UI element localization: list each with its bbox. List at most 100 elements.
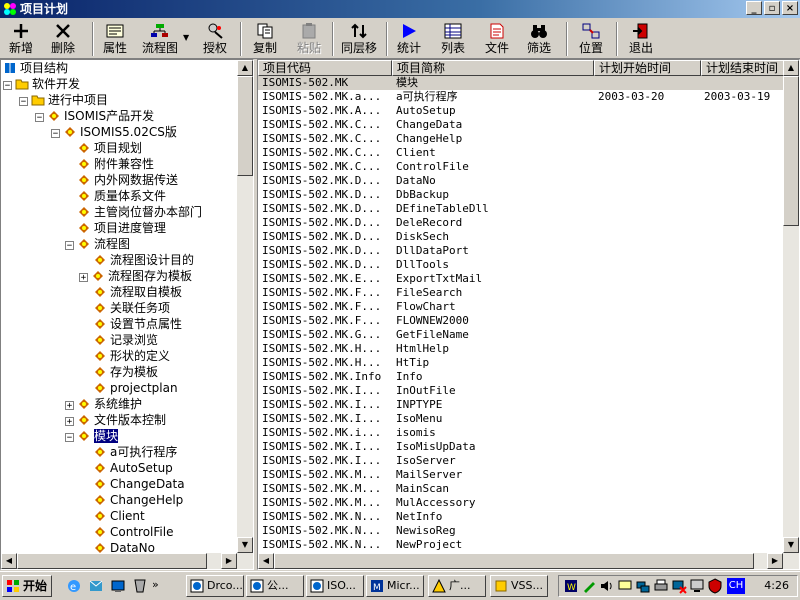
tree-item[interactable]: 记录浏览 (93, 332, 158, 348)
same-level-move-button[interactable]: 同层移 (338, 21, 380, 57)
table-row[interactable]: ISOMIS-502.MK.F... FLOWNEW2000 (258, 314, 784, 328)
tray-monitor-icon[interactable] (689, 578, 705, 594)
table-row[interactable]: ISOMIS-502.MK.A... AutoSetup (258, 104, 784, 118)
table-row[interactable]: ISOMIS-502.MK.D... DiskSech (258, 230, 784, 244)
clock[interactable]: 4:26 (764, 579, 789, 592)
list-horizontal-scrollbar[interactable]: ◀ ▶ (258, 553, 799, 569)
properties-button[interactable]: 属性 (98, 21, 132, 57)
tray-printer-icon[interactable] (653, 578, 669, 594)
table-row[interactable]: ISOMIS-502.MK.I... IsoServer (258, 454, 784, 468)
tree-item[interactable]: 存为模板 (93, 364, 158, 380)
tree-vertical-scrollbar[interactable]: ▲ ▼ (237, 60, 253, 553)
tree-item-software-dev[interactable]: − 软件开发 (3, 76, 80, 92)
list-panel[interactable]: 项目代码 项目简称 计划开始时间 计划结束时间 ISOMIS-502.MK 模块 I… (257, 59, 800, 570)
taskbar-task[interactable]: Drco... (186, 575, 244, 597)
delete-button[interactable]: 删除 (46, 21, 80, 57)
table-row[interactable]: ISOMIS-502.MK.i... isomis (258, 426, 784, 440)
tree-item[interactable]: + 文件版本控制 (65, 412, 166, 428)
ime-indicator[interactable]: CH (727, 578, 745, 594)
tree-item[interactable]: 形状的定义 (93, 348, 170, 364)
scroll-down-icon[interactable]: ▼ (783, 537, 799, 553)
collapse-icon[interactable]: − (35, 113, 44, 123)
tree-panel[interactable]: 项目结构 − 软件开发 − 进行中项目 − ISOMIS产品开发 − ISOMIS5.0… (0, 59, 254, 570)
collapse-icon[interactable]: − (19, 97, 28, 107)
collapse-icon[interactable]: − (51, 129, 60, 139)
close-button[interactable]: × (782, 1, 798, 15)
taskbar-task[interactable]: ISO... (306, 575, 364, 597)
tree-item-isomis-product[interactable]: − ISOMIS产品开发 (35, 108, 154, 124)
copy-button[interactable]: 复制 (248, 21, 282, 57)
table-row[interactable]: ISOMIS-502.MK.C... ControlFile (258, 160, 784, 174)
scroll-left-icon[interactable]: ◀ (258, 553, 274, 569)
table-row[interactable]: ISOMIS-502.MK.N... NetInfo (258, 510, 784, 524)
table-row[interactable]: ISOMIS-502.MK.E... ExportTxtMail (258, 272, 784, 286)
scroll-up-icon[interactable]: ▲ (237, 60, 253, 76)
paste-button[interactable]: 粘贴 (292, 21, 326, 57)
table-row[interactable]: ISOMIS-502.MK.D... DataNo (258, 174, 784, 188)
scroll-thumb[interactable] (783, 76, 799, 226)
scroll-down-icon[interactable]: ▼ (237, 537, 253, 553)
collapse-icon[interactable]: − (3, 81, 12, 91)
table-row[interactable]: ISOMIS-502.MK.D... DbBackup (258, 188, 784, 202)
tree-item-in-progress[interactable]: − 进行中项目 (19, 92, 108, 108)
table-row[interactable]: ISOMIS-502.MK.F... FlowChart (258, 300, 784, 314)
table-row[interactable]: ISOMIS-502.MK.D... DEfineTableDll (258, 202, 784, 216)
file-button[interactable]: 文件 (480, 21, 514, 57)
tool-icon[interactable] (132, 578, 148, 594)
table-row[interactable]: ISOMIS-502.MK.N... NewProject (258, 538, 784, 552)
tree-item[interactable]: 项目进度管理 (77, 220, 166, 236)
statistics-button[interactable]: 统计 (392, 21, 426, 57)
taskbar-task[interactable]: M Micr... (366, 575, 424, 597)
column-header-name[interactable]: 项目简称 (392, 60, 594, 76)
tray-volume-icon[interactable] (599, 578, 615, 594)
table-row[interactable]: ISOMIS-502.MK.Info Info (258, 370, 784, 384)
tree-horizontal-scrollbar[interactable]: ◀ ▶ (1, 553, 253, 569)
tree-item[interactable]: projectplan (93, 380, 178, 396)
tree-item[interactable]: ChangeHelp (93, 492, 183, 508)
tree-item[interactable]: 流程取自模板 (93, 284, 182, 300)
tree-item[interactable]: a可执行程序 (93, 444, 177, 460)
restore-button[interactable]: ▫ (764, 1, 780, 15)
position-button[interactable]: 位置 (574, 21, 608, 57)
tray-disconnect-icon[interactable] (671, 578, 687, 594)
table-row[interactable]: ISOMIS-502.MK.M... MainScan (258, 482, 784, 496)
outlook-icon[interactable] (88, 578, 104, 594)
tree-item[interactable]: 附件兼容性 (77, 156, 154, 172)
list-button[interactable]: 列表 (436, 21, 470, 57)
table-row[interactable]: ISOMIS-502.MK.I... IsoMenu (258, 412, 784, 426)
table-row[interactable]: ISOMIS-502.MK.G... GetFileName (258, 328, 784, 342)
tree-item-root[interactable]: 项目结构 (3, 60, 68, 76)
scroll-left-icon[interactable]: ◀ (1, 553, 17, 569)
tree-item[interactable]: + 流程图存为模板 (79, 268, 192, 284)
scroll-up-icon[interactable]: ▲ (783, 60, 799, 76)
taskbar-task[interactable]: 广... (428, 575, 486, 597)
flowchart-dropdown-icon[interactable]: ▼ (183, 33, 189, 42)
desktop-icon[interactable] (110, 578, 126, 594)
table-row[interactable]: ISOMIS-502.MK.I... InOutFile (258, 384, 784, 398)
filter-button[interactable]: 筛选 (522, 21, 556, 57)
tree-item[interactable]: 设置节点属性 (93, 316, 182, 332)
start-button[interactable]: 开始 (2, 575, 52, 597)
expand-icon[interactable]: + (65, 401, 74, 411)
table-row[interactable]: ISOMIS-502.MK.M... MailServer (258, 468, 784, 482)
collapse-icon[interactable]: − (65, 433, 74, 443)
tree-item[interactable]: ControlFile (93, 524, 173, 540)
table-row[interactable]: ISOMIS-502.MK.M... MulAccessory (258, 496, 784, 510)
scroll-thumb[interactable] (17, 553, 207, 569)
minimize-button[interactable]: _ (746, 1, 762, 15)
scroll-right-icon[interactable]: ▶ (767, 553, 783, 569)
column-header-code[interactable]: 项目代码 (258, 60, 392, 76)
table-row[interactable]: ISOMIS-502.MK.a... a可执行程序 2003-03-20 2003-0… (258, 90, 784, 104)
tray-tool-icon[interactable] (581, 578, 597, 594)
table-row[interactable]: ISOMIS-502.MK.N... NewisoReg (258, 524, 784, 538)
table-row[interactable]: ISOMIS-502.MK.F... FileSearch (258, 286, 784, 300)
table-row[interactable]: ISOMIS-502.MK.C... ChangeHelp (258, 132, 784, 146)
tree-item-isomis502[interactable]: − ISOMIS5.02CS版 (51, 124, 177, 140)
table-row[interactable]: ISOMIS-502.MK.I... IsoMisUpData (258, 440, 784, 454)
tree-item-modules-selected[interactable]: − 模块 (65, 428, 119, 444)
table-row[interactable]: ISOMIS-502.MK.H... HtTip (258, 356, 784, 370)
table-row[interactable]: ISOMIS-502.MK.I... INPTYPE (258, 398, 784, 412)
table-row[interactable]: ISOMIS-502.MK.C... Client (258, 146, 784, 160)
table-row[interactable]: ISOMIS-502.MK.D... DllDataPort (258, 244, 784, 258)
table-row[interactable]: ISOMIS-502.MK.D... DllTools (258, 258, 784, 272)
